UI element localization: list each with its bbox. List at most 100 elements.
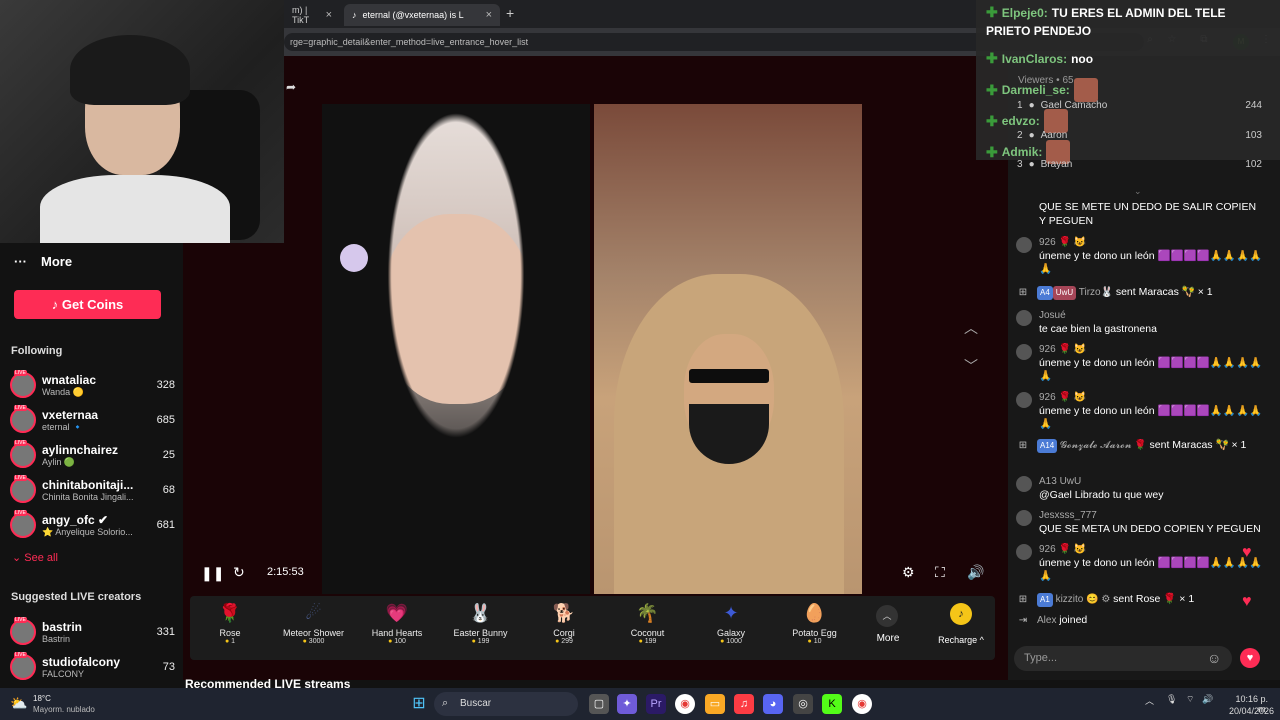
next-stream-arrow-icon[interactable]: ﹀ (964, 356, 978, 376)
wifi-icon[interactable]: ⌔ (1186, 694, 1194, 705)
file-explorer-icon[interactable]: ▭ (705, 694, 725, 714)
avatar[interactable] (1016, 344, 1032, 360)
chat-username[interactable]: Alex (1037, 615, 1059, 626)
chat-body: Jesxsss_777 QUE SE META UN DEDO COPIEN Y … (1039, 509, 1264, 536)
gift-icon: 💗 (385, 603, 409, 623)
viewer-count: 25 (162, 449, 175, 461)
pause-icon[interactable]: ❚❚ (201, 565, 224, 582)
stream-video-left[interactable] (322, 104, 590, 594)
sidebar-creator-item[interactable]: bastrinBastrin331 (10, 617, 175, 647)
overlay-chat-line: ✚ IvanClaros: noo (986, 50, 1093, 67)
premiere-icon[interactable]: Pr (646, 694, 666, 714)
user-badge: A1 (1037, 593, 1053, 607)
gift-item[interactable]: 🌹 Rose1 (190, 600, 270, 645)
chat-username[interactable]: 926 🌹 😺 (1039, 343, 1264, 357)
taskbar-search[interactable]: Buscar (434, 692, 578, 716)
new-tab-button[interactable]: + (506, 5, 514, 21)
gift-item[interactable]: 🐕 Corgi299 (524, 600, 604, 645)
gift-more-button[interactable]: ︿ More (876, 605, 900, 644)
settings-gear-icon[interactable]: ⚙ (902, 564, 915, 581)
sidebar-more[interactable]: ··· More (14, 254, 72, 269)
recharge-button[interactable]: ♪ Recharge ^ (936, 603, 986, 645)
suggested-heading: Suggested LIVE creators (11, 591, 142, 603)
fullscreen-icon[interactable]: ⛶ (935, 564, 945, 581)
close-tab-icon[interactable]: × (486, 9, 492, 21)
creator-name: vxeternaa (42, 407, 99, 422)
windows-start-icon[interactable]: ⊞ (409, 694, 429, 714)
volume-icon[interactable]: 🔊 (967, 564, 984, 581)
chat-message: 926 🌹 😺 úneme y te dono un león 🟪🟪🟪🟪🙏🙏🙏🙏🙏 (1016, 236, 1264, 277)
tiktok-icon: ♪ (352, 10, 357, 20)
ranking-row[interactable]: 2 ● Aaron 103 (1017, 130, 1262, 141)
sidebar-creator-item[interactable]: angy_ofc ✔⭐ Anyelique Solorio...681 (10, 510, 175, 540)
chrome-profile-icon[interactable]: ◉ (852, 694, 872, 714)
chat-username[interactable]: Josué (1039, 309, 1264, 323)
floating-heart-icon: ♥ (1242, 593, 1252, 610)
tray-chevron-icon[interactable]: ︿ (1145, 694, 1154, 707)
obs-icon[interactable]: ◎ (793, 694, 813, 714)
avatar[interactable] (1016, 392, 1032, 408)
chat-body: Alex joined (1037, 614, 1264, 628)
kick-icon[interactable]: K (822, 694, 842, 714)
ranking-row[interactable]: 1 ● Gael Camacho 244 (1017, 100, 1262, 111)
emoji-icon[interactable]: ☺ (1207, 650, 1221, 666)
gift-name: Corgi (553, 628, 575, 638)
gift-item[interactable]: 🌴 Coconut199 (608, 600, 688, 645)
gift-item[interactable]: 💗 Hand Hearts100 (357, 600, 437, 645)
share-icon[interactable]: ➦ (286, 80, 296, 94)
chat-input[interactable]: Type... (1014, 646, 1232, 671)
chat-username[interactable]: Tirzo🐰 (1076, 287, 1116, 298)
collapse-chevron-icon[interactable]: ⌄ (1134, 186, 1142, 197)
refresh-icon[interactable]: ↻ (233, 564, 245, 581)
gift-item[interactable]: ☄ Meteor Shower3000 (274, 600, 354, 645)
music-app-icon[interactable]: ♫ (734, 694, 754, 714)
avatar[interactable] (1016, 310, 1032, 326)
see-all-link[interactable]: ⌄ See all (12, 551, 58, 564)
sidebar-creator-item[interactable]: vxeternaaeternal 🔹685 (10, 405, 175, 435)
chat-username[interactable]: kizzito 😊 ⚙ (1053, 594, 1113, 605)
chat-text: úneme y te dono un león 🟪🟪🟪🟪🙏🙏🙏🙏🙏 (1039, 249, 1263, 276)
chat-username[interactable]: 926 🌹 😺 (1039, 236, 1264, 250)
gift-item[interactable]: 🥚 Potato Egg10 (775, 600, 855, 645)
browser-tab-tiktok[interactable]: m) | TikT × (284, 4, 340, 26)
webcam-person-hair (70, 35, 190, 105)
ranking-row[interactable]: 3 ● Brayan 102 (1017, 159, 1262, 170)
chat-username[interactable]: 𝓖𝓸𝓷𝔃𝓪𝓵𝓮 𝓐𝓪𝓻𝓸𝓷 🌹 (1057, 440, 1149, 451)
avatar[interactable] (1016, 476, 1032, 492)
overlay-message: TU ERES EL ADMIN DEL TELE (1051, 5, 1226, 20)
creator-text: angy_ofc ✔ ⭐ Anyelique Solorio... (42, 513, 153, 538)
sidebar-creator-item[interactable]: aylinnchairezAylin 🟢 25 (10, 440, 175, 470)
chat-username[interactable]: Jesxsss_777 (1039, 509, 1264, 523)
avatar[interactable] (1016, 544, 1032, 560)
browser-tab-active[interactable]: ♪ eternal (@vxeternaa) is L × (344, 4, 500, 26)
chat-username[interactable]: A13 UwU (1039, 475, 1264, 489)
sidebar-creator-item[interactable]: chinitabonitaji...Chinita Bonita Jingali… (10, 475, 175, 505)
gift-item[interactable]: 🐰 Easter Bunny199 (441, 600, 521, 645)
task-view-icon[interactable]: ▢ (589, 694, 609, 714)
chrome-icon[interactable]: ◉ (675, 694, 695, 714)
coin-icon: ♪ (950, 603, 972, 625)
avatar[interactable] (1016, 237, 1032, 253)
like-heart-button[interactable]: ♥ (1240, 648, 1260, 668)
chat-text: QUE SE METE UN DEDO DE SALIR COPIEN Y PE… (1039, 201, 1257, 227)
microphone-icon[interactable]: 🎙 (1166, 694, 1177, 705)
weather-icon[interactable]: ⛅ (10, 695, 27, 712)
rank-number: 2 (1017, 129, 1023, 141)
copilot-icon[interactable]: ✦ (617, 694, 637, 714)
sidebar-creator-item[interactable]: wnataliacWanda 🟡328 (10, 370, 175, 400)
speaker-icon[interactable]: 🔊 (1202, 694, 1213, 705)
chat-body: A13 UwU @Gael Librado tu que wey (1039, 475, 1264, 502)
avatar[interactable] (1016, 510, 1032, 526)
chat-username[interactable]: 926 🌹 😺 (1039, 391, 1264, 405)
previous-stream-arrow-icon[interactable]: ︿ (964, 318, 978, 338)
gift-item[interactable]: ✦ Galaxy1000 (691, 600, 771, 645)
close-tab-icon[interactable]: × (326, 9, 332, 21)
creator-subtitle: Aylin 🟢 (42, 456, 76, 467)
avatar (10, 475, 36, 503)
chat-username[interactable]: 926 🌹 😺 (1039, 543, 1264, 557)
creator-name: aylinnchairez (42, 442, 119, 457)
sidebar-creator-item[interactable]: studiofalconyFALCONY73 (10, 652, 175, 682)
get-coins-button[interactable]: ♪ Get Coins (14, 290, 161, 319)
discord-icon[interactable]: ◕ (763, 694, 783, 714)
stream-video-right[interactable] (594, 104, 862, 594)
